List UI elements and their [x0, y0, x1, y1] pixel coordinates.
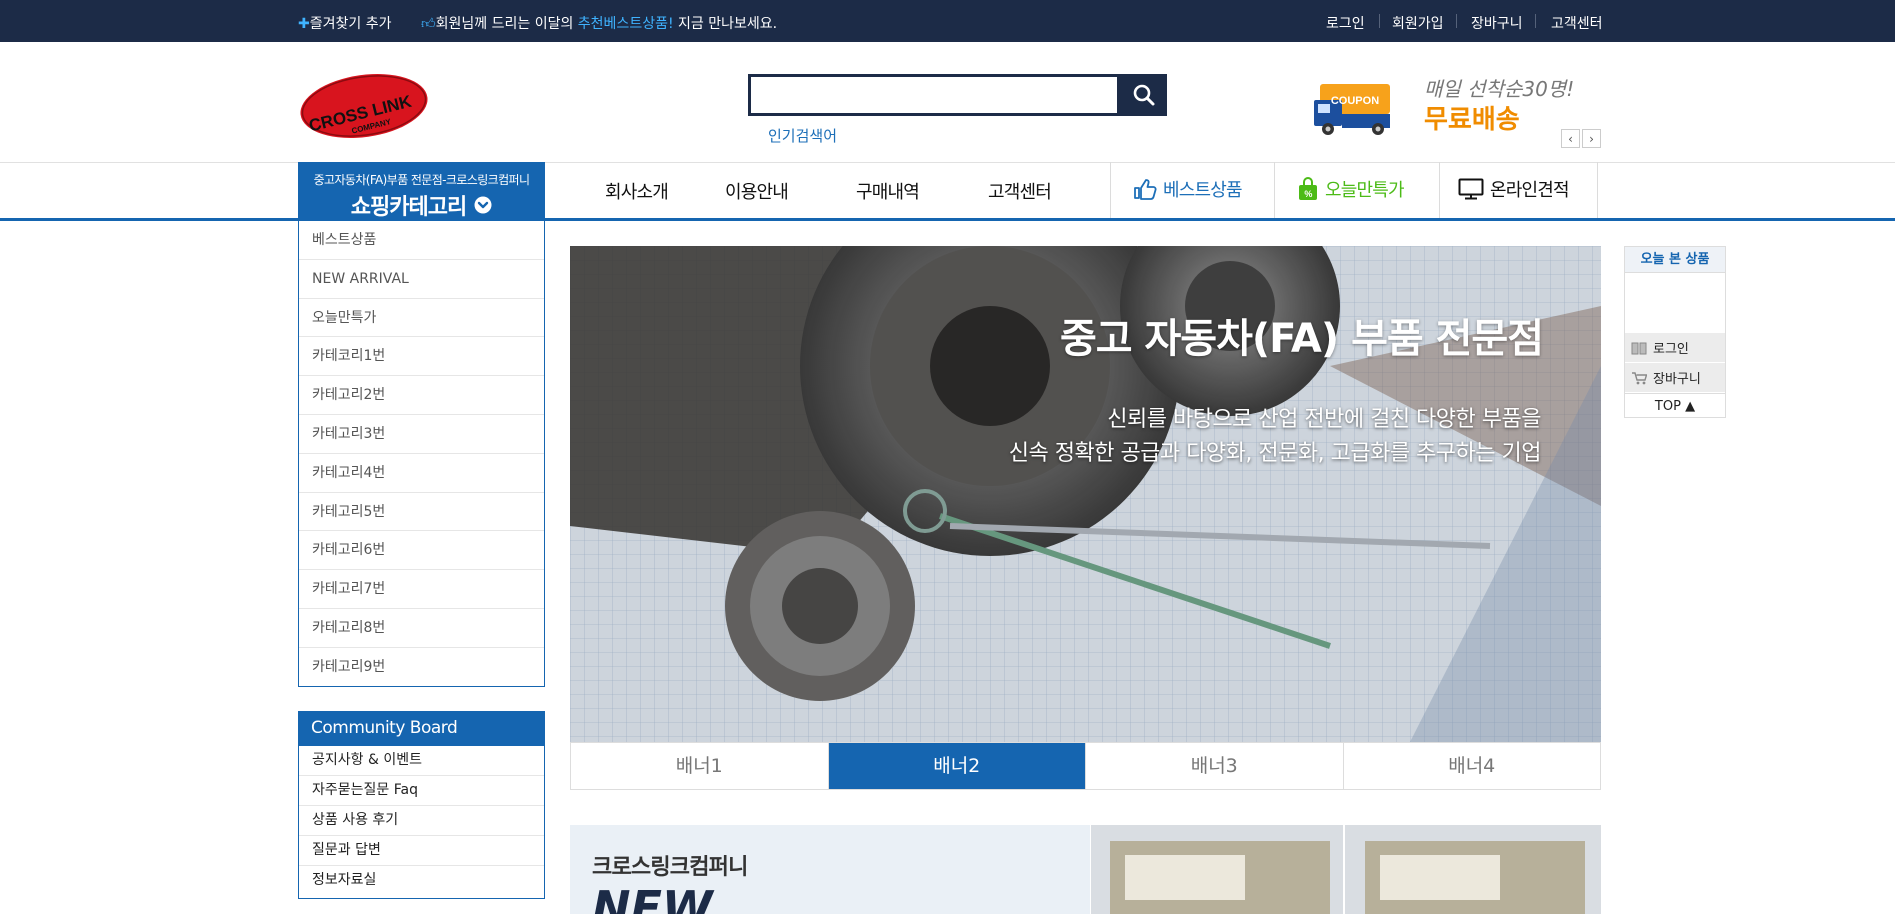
nav-online-quote[interactable]: 온라인견적 — [1458, 176, 1570, 202]
bookmark-link[interactable]: ✚즐겨찾기 추가 — [298, 13, 391, 33]
divider — [1456, 14, 1457, 28]
nav-orders[interactable]: 구매내역 — [856, 178, 920, 204]
category-item[interactable]: 베스트상품 — [299, 221, 544, 260]
nav-customer-center[interactable]: 고객센터 — [988, 178, 1052, 204]
category-item[interactable]: 카테고리6번 — [299, 531, 544, 571]
category-item[interactable]: 카테고리3번 — [299, 415, 544, 454]
new-product-promo[interactable]: 크로스링크컴퍼니 NEW — [570, 825, 1601, 914]
category-item[interactable]: 카테코리1번 — [299, 337, 544, 377]
community-board-list: 공지사항 & 이벤트 자주묻는질문 Faq 상품 사용 후기 질문과 답변 정보… — [298, 746, 545, 899]
search-button[interactable] — [1120, 74, 1167, 116]
category-item[interactable]: 카테고리4번 — [299, 454, 544, 493]
nav-bottom-border — [0, 218, 1895, 221]
top-cart-link[interactable]: 장바구니 — [1471, 13, 1523, 33]
category-item[interactable]: 카테고리7번 — [299, 570, 544, 609]
community-item[interactable]: 공지사항 & 이벤트 — [299, 746, 544, 776]
divider — [1379, 14, 1380, 28]
banner-title: 중고 자동차(FA) 부품 전문점 — [1059, 316, 1544, 362]
free-shipping-coupon[interactable]: COUPON 매일 선착순30명! 무료배송 — [1312, 72, 1582, 142]
chevron-down-icon — [474, 196, 492, 214]
top-cs-link[interactable]: 고객센터 — [1551, 13, 1603, 33]
divider — [1597, 162, 1598, 218]
nav-today-deal[interactable]: % 오늘만특가 — [1297, 176, 1405, 202]
banner-tab-1[interactable]: 배너1 — [571, 743, 829, 789]
search-icon — [1133, 84, 1154, 106]
quick-cart-button[interactable]: 장바구니 — [1625, 363, 1725, 393]
quick-panel: 오늘 본 상품 로그인 장바구니 TOP ▲ — [1624, 246, 1726, 418]
bookmark-label: 즐겨찾기 추가 — [309, 16, 392, 32]
monitor-icon — [1458, 178, 1484, 200]
popular-keywords-label[interactable]: 인기검색어 — [768, 125, 837, 146]
book-icon — [1631, 342, 1647, 354]
community-item[interactable]: 질문과 답변 — [299, 836, 544, 866]
banner-tabs: 배너1 배너2 배너3 배너4 — [570, 742, 1601, 790]
nav-guide[interactable]: 이용안내 — [725, 178, 789, 204]
svg-text:%: % — [1304, 189, 1312, 199]
category-item[interactable]: 카테고리5번 — [299, 493, 544, 532]
category-item[interactable]: 카테고리9번 — [299, 648, 544, 687]
recently-viewed-area — [1625, 273, 1725, 333]
top-join-link[interactable]: 회원가입 — [1392, 13, 1444, 33]
thumbs-up-icon: 👍︎ — [421, 16, 436, 32]
today-deal-label: 오늘만특가 — [1325, 180, 1405, 201]
divider — [1535, 14, 1536, 28]
divider — [1439, 162, 1440, 218]
community-item[interactable]: 정보자료실 — [299, 866, 544, 896]
coupon-prev-button[interactable]: ‹ — [1561, 129, 1580, 148]
recently-viewed-title: 오늘 본 상품 — [1625, 247, 1725, 273]
banner-tab-3[interactable]: 배너3 — [1086, 743, 1344, 789]
category-item[interactable]: 오늘만특가 — [299, 299, 544, 338]
online-quote-label: 온라인견적 — [1490, 180, 1570, 201]
coupon-badge-text: COUPON — [1331, 95, 1379, 107]
coupon-line2: 무료배송 — [1424, 105, 1520, 135]
category-item[interactable]: NEW ARRIVAL — [299, 260, 544, 299]
divider — [1110, 162, 1111, 218]
community-item[interactable]: 상품 사용 후기 — [299, 806, 544, 836]
main-banner[interactable]: 중고 자동차(FA) 부품 전문점 신뢰를 바탕으로 산업 전반에 걸친 다양한… — [570, 246, 1601, 742]
banner-desc-line1: 신뢰를 바탕으로 산업 전반에 걸친 다양한 부품을 — [1107, 407, 1541, 432]
site-logo[interactable]: CROSS LINK COMPANY — [298, 68, 430, 140]
community-item[interactable]: 자주묻는질문 Faq — [299, 776, 544, 806]
notice-highlight[interactable]: 추천베스트상품! — [578, 16, 674, 32]
scroll-top-button[interactable]: TOP ▲ — [1625, 393, 1725, 419]
quick-login-label: 로그인 — [1653, 342, 1689, 357]
nav-best-products[interactable]: 베스트상품 — [1133, 176, 1243, 202]
thumbs-up-icon — [1134, 179, 1157, 200]
nav-company[interactable]: 회사소개 — [605, 178, 669, 204]
search-input[interactable] — [748, 74, 1120, 116]
category-item[interactable]: 카테고리2번 — [299, 376, 544, 415]
promo-company: 크로스링크컴퍼니 — [592, 855, 748, 880]
banner-desc-line2: 신속 정확한 공급과 다양화, 전문화, 고급화를 추구하는 기업 — [1008, 441, 1542, 466]
quick-cart-label: 장바구니 — [1653, 372, 1701, 387]
category-title-row: 쇼핑카테고리 — [298, 189, 545, 221]
shopping-bag-icon: % — [1299, 177, 1317, 200]
banner-tab-4[interactable]: 배너4 — [1344, 743, 1601, 789]
quick-login-button[interactable]: 로그인 — [1625, 333, 1725, 363]
category-item[interactable]: 카테고리8번 — [299, 609, 544, 648]
top-login-link[interactable]: 로그인 — [1326, 13, 1365, 33]
nav-top-border — [0, 162, 1895, 163]
cart-icon — [1632, 371, 1647, 384]
coupon-line1: 매일 선착순30명! — [1424, 77, 1574, 101]
coupon-next-button[interactable]: › — [1582, 129, 1601, 148]
community-board-title: Community Board — [298, 711, 545, 746]
best-products-label: 베스트상품 — [1163, 180, 1243, 201]
banner-tab-2[interactable]: 배너2 — [828, 743, 1086, 789]
top-bar: ✚즐겨찾기 추가 👍︎회원님께 드리는 이달의 추천베스트상품! 지금 만나보세… — [0, 0, 1895, 42]
top-notice: 👍︎회원님께 드리는 이달의 추천베스트상품! 지금 만나보세요. — [421, 13, 777, 33]
promo-new-text: NEW — [592, 881, 713, 914]
plus-icon: ✚ — [298, 16, 310, 32]
category-subtitle: 중고자동차(FA)부품 전문점-크로스링크컴퍼니 — [313, 173, 530, 187]
divider — [1274, 162, 1275, 218]
shopping-category-header[interactable]: 중고자동차(FA)부품 전문점-크로스링크컴퍼니 쇼핑카테고리 — [298, 162, 545, 221]
notice-suffix: 지금 만나보세요. — [673, 16, 778, 32]
category-title: 쇼핑카테고리 — [350, 195, 467, 220]
notice-prefix: 회원님께 드리는 이달의 — [435, 16, 578, 32]
category-list: 베스트상품 NEW ARRIVAL 오늘만특가 카테코리1번 카테고리2번 카테… — [298, 221, 545, 687]
